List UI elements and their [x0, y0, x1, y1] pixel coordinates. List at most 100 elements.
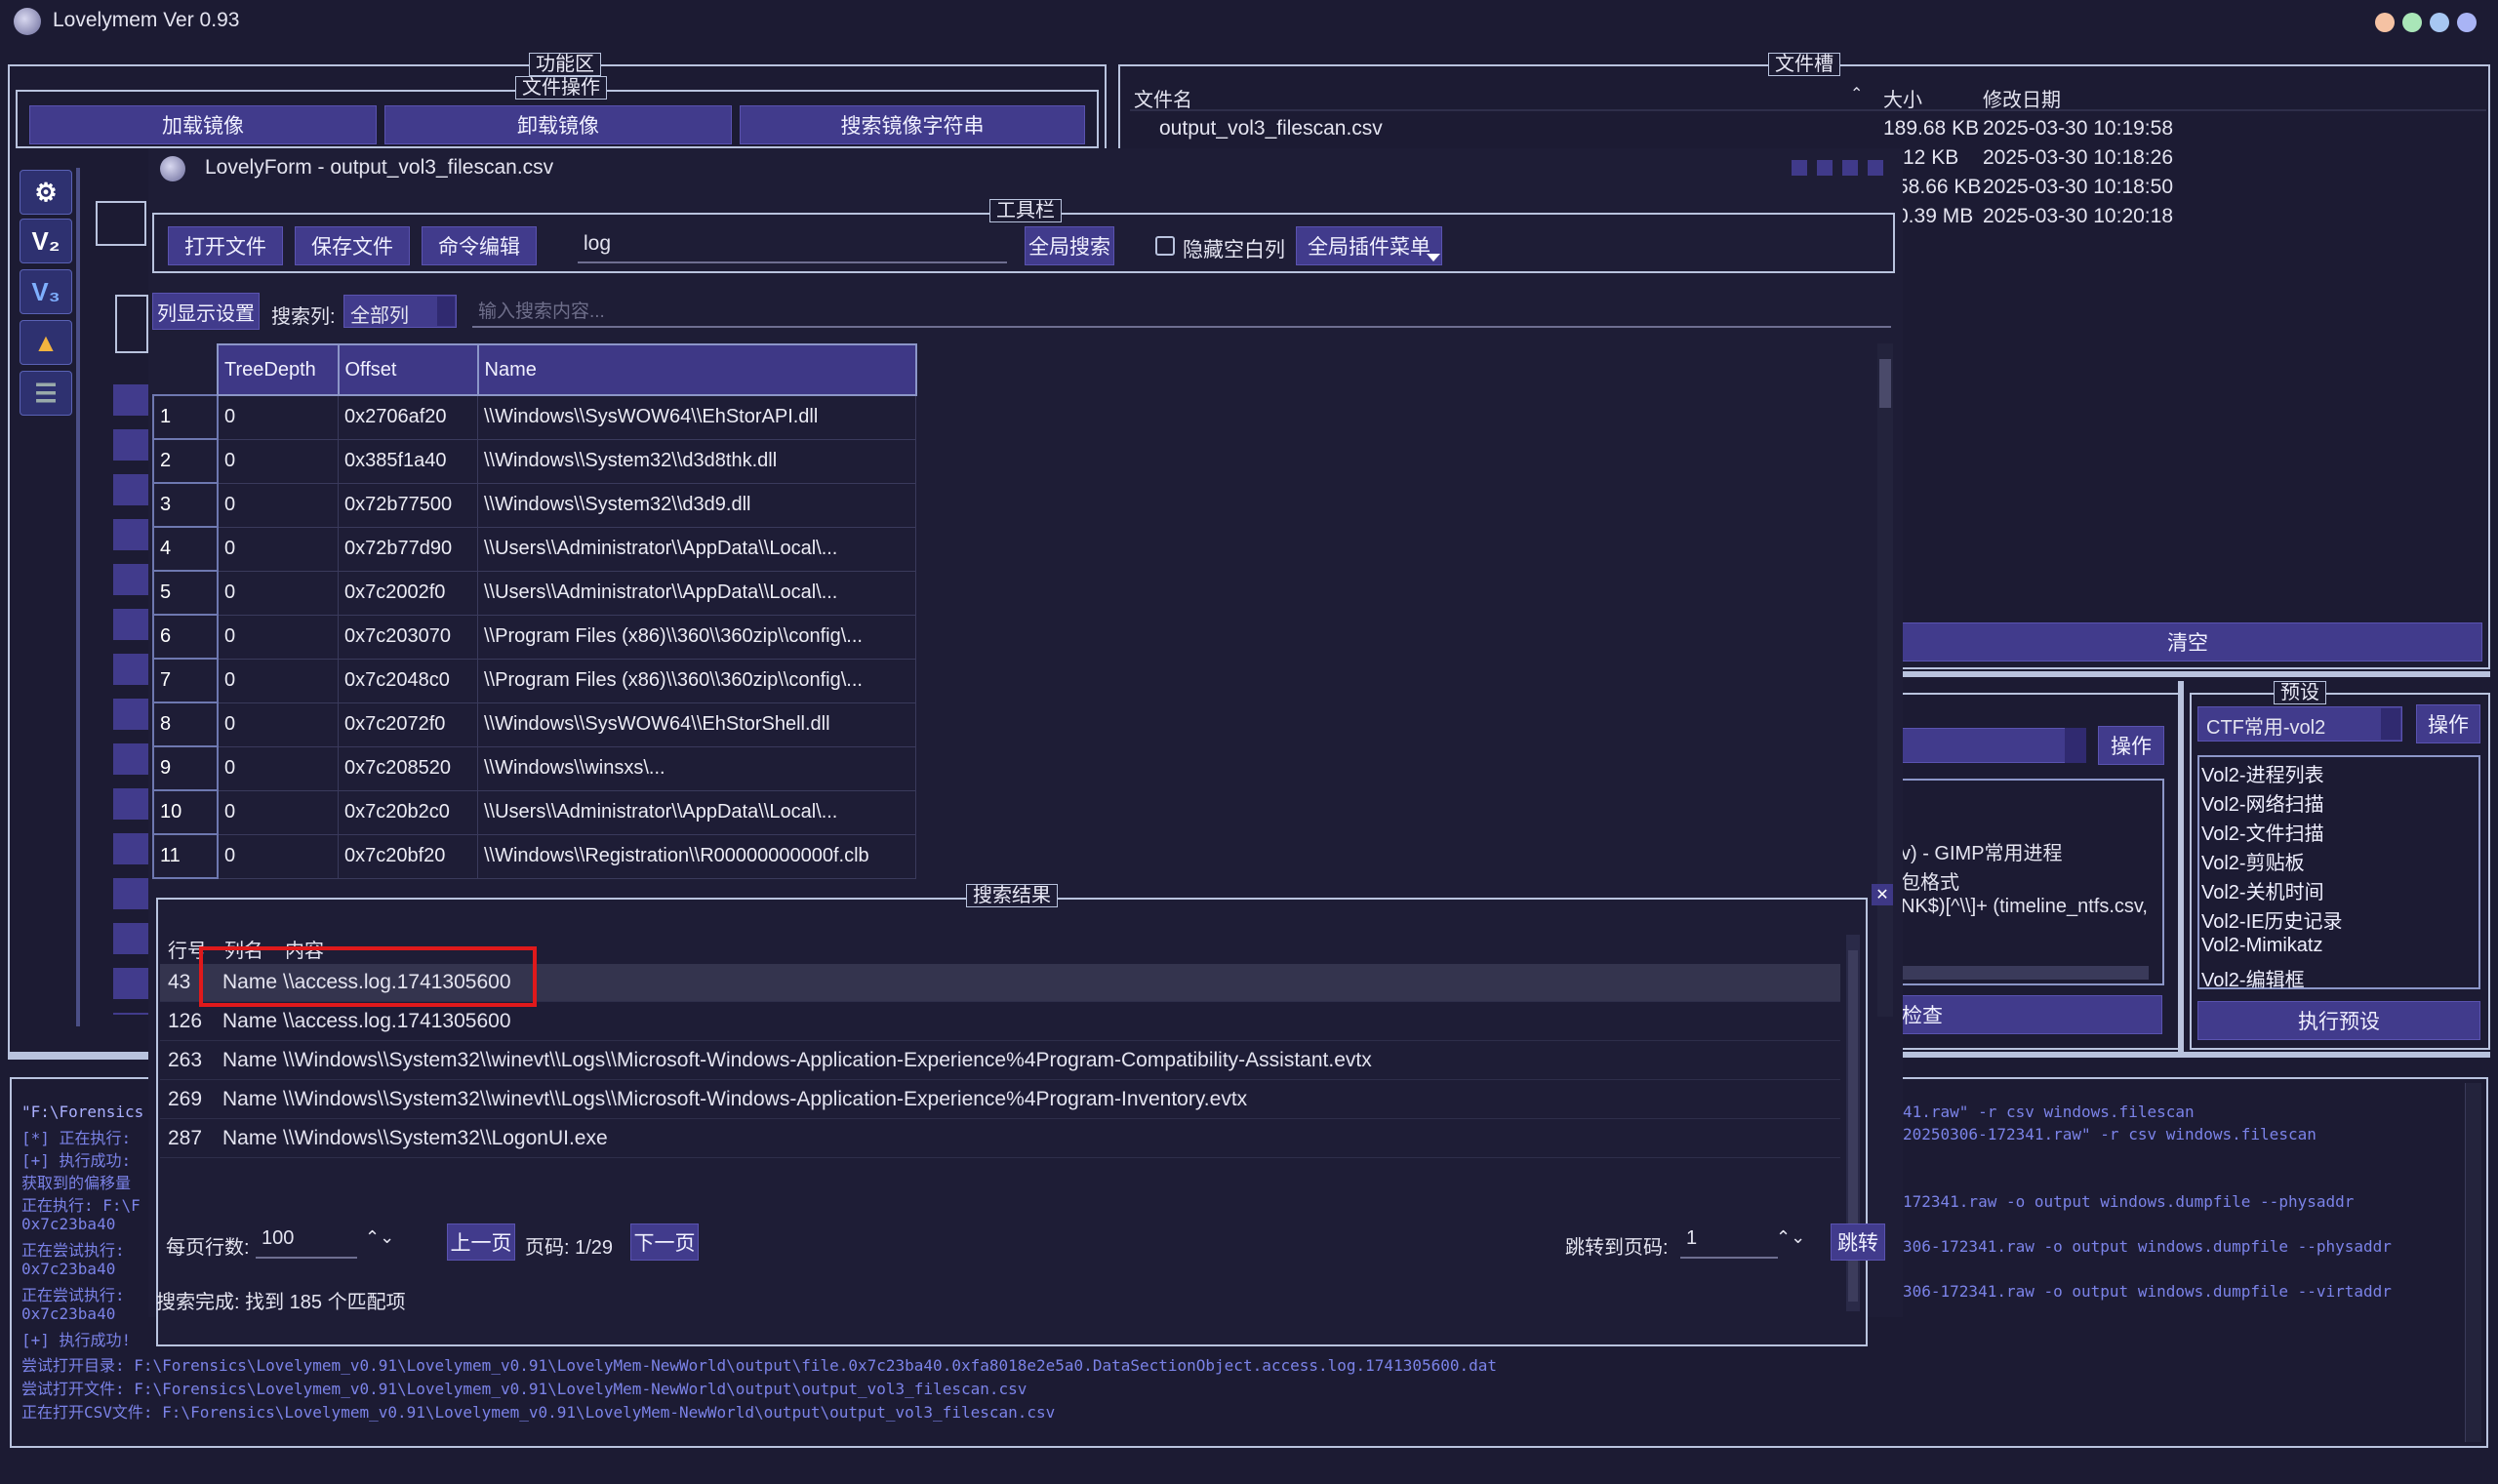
name-cell[interactable]: \\Windows\\SysWOW64\\EhStorShell.dll [477, 702, 916, 747]
offset-cell[interactable]: 0x7c208520 [338, 746, 478, 791]
preset-item[interactable]: Vol2-网络扫描 [2201, 788, 2324, 817]
table-row[interactable]: 11 0 0x7c20bf20 \\Windows\\Registration\\R0… [152, 833, 916, 879]
results-close-icon[interactable]: ✕ [1872, 884, 1893, 905]
run-preset-button[interactable]: 执行预设 [2197, 1001, 2480, 1040]
offset-cell[interactable]: 0x7c2072f0 [338, 702, 478, 747]
preset-item[interactable]: Vol2-文件扫描 [2201, 818, 2324, 846]
offset-cell[interactable]: 0x7c2002f0 [338, 571, 478, 616]
command-edit-button[interactable]: 命令编辑 [422, 226, 537, 265]
treedepth-cell[interactable]: 0 [218, 834, 339, 879]
table-row[interactable]: 10 0 0x7c20b2c0 \\Users\\Administrator\\App… [152, 789, 916, 835]
name-cell[interactable]: \\Windows\\Registration\\R00000000000f.c… [477, 834, 916, 879]
name-cell[interactable]: \\Users\\Administrator\\AppData\\Local\.… [477, 790, 916, 835]
jump-page-stepper[interactable]: ⌃⌄ [1776, 1227, 1805, 1248]
toolbar-search-input[interactable]: log [578, 230, 1007, 263]
row-number[interactable]: 8 [152, 702, 219, 747]
name-cell[interactable]: \\Windows\\SysWOW64\\EhStorAPI.dll [477, 395, 916, 440]
middle-hscroll[interactable] [1893, 966, 2149, 980]
column-display-settings-button[interactable]: 列显示设置 [152, 293, 260, 330]
preset-item[interactable]: Vol2-编辑框 [2201, 964, 2305, 992]
name-cell[interactable]: \\Windows\\System32\\d3d9.dll [477, 483, 916, 528]
search-content-input[interactable]: 输入搜索内容... [472, 295, 1891, 328]
table-vscroll-thumb[interactable] [1879, 359, 1891, 408]
offset-cell[interactable]: 0x7c20bf20 [338, 834, 478, 879]
table-row[interactable]: 6 0 0x7c203070 \\Program Files (x86)\\360\\… [152, 614, 916, 660]
preset-select-arrow[interactable] [2381, 708, 2400, 740]
hide-blank-cols-label[interactable]: 隐藏空白列 [1183, 234, 1285, 263]
offset-cell[interactable]: 0x385f1a40 [338, 439, 478, 484]
unload-image-button[interactable]: 卸载镜像 [384, 105, 732, 144]
middle-check-button[interactable]: 检查 [1893, 995, 2162, 1034]
row-number[interactable]: 3 [152, 482, 219, 528]
file-row-name[interactable]: output_vol3_filescan.csv [1159, 117, 1383, 140]
preset-item[interactable]: Vol2-IE历史记录 [2201, 905, 2342, 934]
table-row[interactable]: 7 0 0x7c2048c0 \\Program Files (x86)\\360\\… [152, 658, 916, 703]
child-window-control[interactable] [1792, 160, 1807, 176]
middle-operate-button[interactable]: 操作 [2098, 726, 2164, 765]
child-window-control[interactable] [1817, 160, 1833, 176]
row-number[interactable]: 1 [152, 394, 219, 440]
window-control-4[interactable] [2457, 13, 2477, 32]
child-window-control[interactable] [1842, 160, 1858, 176]
next-page-button[interactable]: 下一页 [630, 1223, 699, 1261]
table-row[interactable]: 3 0 0x72b77500 \\Windows\\System32\\d3d9.dl… [152, 482, 916, 528]
preset-operate-button[interactable]: 操作 [2416, 704, 2480, 743]
search-image-strings-button[interactable]: 搜索镜像字符串 [740, 105, 1085, 144]
treedepth-cell[interactable]: 0 [218, 615, 339, 660]
file-header-modified[interactable]: 修改日期 [1983, 84, 2061, 112]
offset-cell[interactable]: 0x72b77d90 [338, 527, 478, 572]
row-number[interactable]: 4 [152, 526, 219, 572]
result-row[interactable]: 269 Name \\Windows\\System32\\winevt\\Logs… [160, 1081, 1840, 1119]
window-control-3[interactable] [2430, 13, 2449, 32]
global-search-button[interactable]: 全局搜索 [1025, 226, 1114, 265]
open-file-button[interactable]: 打开文件 [168, 226, 283, 265]
window-control-2[interactable] [2402, 13, 2422, 32]
table-vscroll[interactable] [1877, 343, 1893, 1017]
row-number[interactable]: 9 [152, 745, 219, 791]
table-row[interactable]: 1 0 0x2706af20 \\Windows\\SysWOW64\\EhStorA… [152, 394, 916, 440]
offset-cell[interactable]: 0x7c20b2c0 [338, 790, 478, 835]
row-number[interactable]: 11 [152, 833, 219, 879]
name-cell[interactable]: \\Users\\Administrator\\AppData\\Local\.… [477, 571, 916, 616]
treedepth-cell[interactable]: 0 [218, 483, 339, 528]
save-file-button[interactable]: 保存文件 [295, 226, 410, 265]
table-row[interactable]: 5 0 0x7c2002f0 \\Users\\Administrator\\AppD… [152, 570, 916, 616]
table-row[interactable]: 8 0 0x7c2072f0 \\Windows\\SysWOW64\\EhStorS… [152, 702, 916, 747]
treedepth-cell[interactable]: 0 [218, 746, 339, 791]
window-control-1[interactable] [2375, 13, 2395, 32]
name-cell[interactable]: \\Windows\\winsxs\... [477, 746, 916, 791]
preset-item[interactable]: Vol2-进程列表 [2201, 759, 2324, 787]
treedepth-cell[interactable]: 0 [218, 571, 339, 616]
table-row[interactable]: 4 0 0x72b77d90 \\Users\\Administrator\\AppD… [152, 526, 916, 572]
treedepth-cell[interactable]: 0 [218, 527, 339, 572]
preset-select[interactable]: CTF常用-vol2 [2197, 706, 2402, 742]
treedepth-cell[interactable]: 0 [218, 439, 339, 484]
list-tool-icon[interactable]: ☰ [20, 371, 72, 416]
row-number[interactable]: 10 [152, 789, 219, 835]
treedepth-cell[interactable]: 0 [218, 659, 339, 703]
col-header-treedepth[interactable]: TreeDepth [217, 343, 340, 396]
offset-cell[interactable]: 0x7c2048c0 [338, 659, 478, 703]
treedepth-cell[interactable]: 0 [218, 702, 339, 747]
prev-page-button[interactable]: 上一页 [447, 1223, 515, 1261]
global-plugin-menu-button[interactable]: 全局插件菜单 [1296, 226, 1442, 265]
jump-button[interactable]: 跳转 [1831, 1223, 1885, 1261]
preset-item[interactable]: Vol2-关机时间 [2201, 876, 2324, 904]
file-header-name[interactable]: 文件名 [1134, 84, 1192, 112]
row-number[interactable]: 2 [152, 438, 219, 484]
col-header-name[interactable]: Name [476, 343, 917, 396]
middle-dropdown[interactable] [1893, 728, 2086, 763]
name-cell[interactable]: \\Windows\\System32\\d3d8thk.dll [477, 439, 916, 484]
name-cell[interactable]: \\Users\\Administrator\\AppData\\Local\.… [477, 527, 916, 572]
treedepth-cell[interactable]: 0 [218, 790, 339, 835]
row-number[interactable]: 7 [152, 658, 219, 703]
console-scrollbar[interactable] [2465, 1083, 2481, 1442]
offset-cell[interactable]: 0x2706af20 [338, 395, 478, 440]
table-row[interactable]: 9 0 0x7c208520 \\Windows\\winsxs\... [152, 745, 916, 791]
jump-page-input[interactable]: 1 [1680, 1225, 1778, 1259]
folder-tool-icon[interactable]: ▲ [20, 320, 72, 365]
v3-icon[interactable]: V₃ [20, 269, 72, 314]
load-image-button[interactable]: 加载镜像 [29, 105, 377, 144]
treedepth-cell[interactable]: 0 [218, 395, 339, 440]
gear-app-icon[interactable]: ⚙ [20, 170, 72, 215]
